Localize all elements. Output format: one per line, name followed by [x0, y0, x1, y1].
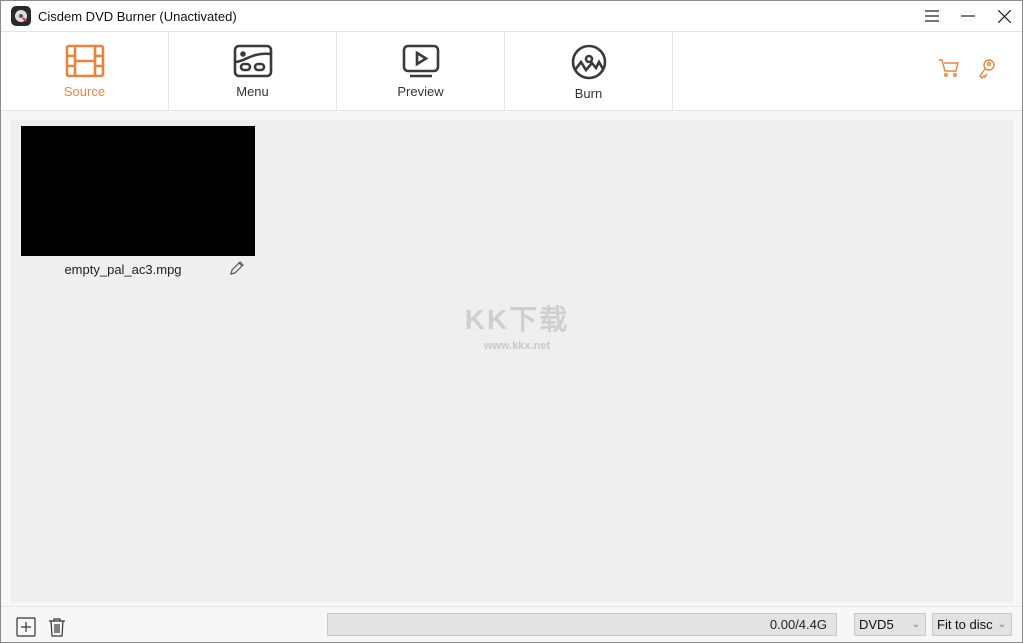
app-logo-icon [11, 6, 31, 26]
tab-menu-label: Menu [236, 84, 269, 99]
tab-preview-label: Preview [397, 84, 444, 99]
add-icon [16, 617, 36, 637]
trash-icon [49, 618, 65, 637]
quality-mode-value: Fit to disc [937, 617, 993, 632]
bottom-bar: 0.00/4.4G DVD5 ⌄ Fit to disc ⌄ [1, 606, 1022, 642]
disc-type-select[interactable]: DVD5 ⌄ [854, 613, 926, 636]
add-button[interactable] [15, 616, 37, 638]
chevron-down-icon: ⌄ [911, 619, 920, 630]
key-icon[interactable] [978, 58, 996, 80]
disc-type-value: DVD5 [859, 617, 894, 632]
watermark-title: KK下载 [464, 304, 570, 335]
tab-burn[interactable]: Burn [505, 32, 673, 111]
capacity-text: 0.00/4.4G [769, 617, 827, 632]
film-icon [65, 44, 104, 78]
pencil-icon [230, 261, 244, 275]
edit-button[interactable] [229, 260, 245, 281]
minimize-icon [961, 15, 975, 17]
app-window: Cisdem DVD Burner (Unactivated) Source M… [0, 0, 1023, 643]
tab-source-label: Source [63, 84, 106, 99]
tab-menu[interactable]: Menu [169, 32, 337, 111]
disc-icon [571, 44, 606, 80]
menu-template-icon [233, 44, 272, 78]
chevron-down-icon: ⌄ [997, 619, 1006, 630]
video-filename: empty_pal_ac3.mpg [64, 262, 182, 277]
title-bar: Cisdem DVD Burner (Unactivated) [1, 1, 1022, 31]
quality-mode-select[interactable]: Fit to disc ⌄ [932, 613, 1012, 636]
tab-burn-label: Burn [574, 86, 603, 101]
capacity-bar: 0.00/4.4G [327, 613, 837, 636]
video-item[interactable]: empty_pal_ac3.mpg [21, 126, 255, 277]
tab-preview[interactable]: Preview [337, 32, 505, 111]
close-button[interactable] [986, 1, 1022, 31]
menu-button[interactable] [914, 1, 950, 31]
minimize-button[interactable] [950, 1, 986, 31]
close-icon [997, 9, 1011, 23]
watermark-url: www.kkx.net [483, 340, 551, 352]
cart-icon[interactable] [938, 58, 960, 78]
watermark: KK下载 www.kkx.net [457, 298, 577, 352]
source-list-area: empty_pal_ac3.mpg KK下载 www.kkx.net [11, 120, 1013, 602]
main-toolbar: Source Menu Preview Burn [1, 31, 1022, 111]
menu-icon [925, 10, 939, 22]
tab-source[interactable]: Source [1, 32, 169, 111]
video-thumbnail[interactable] [21, 126, 255, 256]
delete-button[interactable] [46, 616, 68, 638]
window-title: Cisdem DVD Burner (Unactivated) [38, 8, 237, 24]
play-monitor-icon [402, 44, 439, 78]
